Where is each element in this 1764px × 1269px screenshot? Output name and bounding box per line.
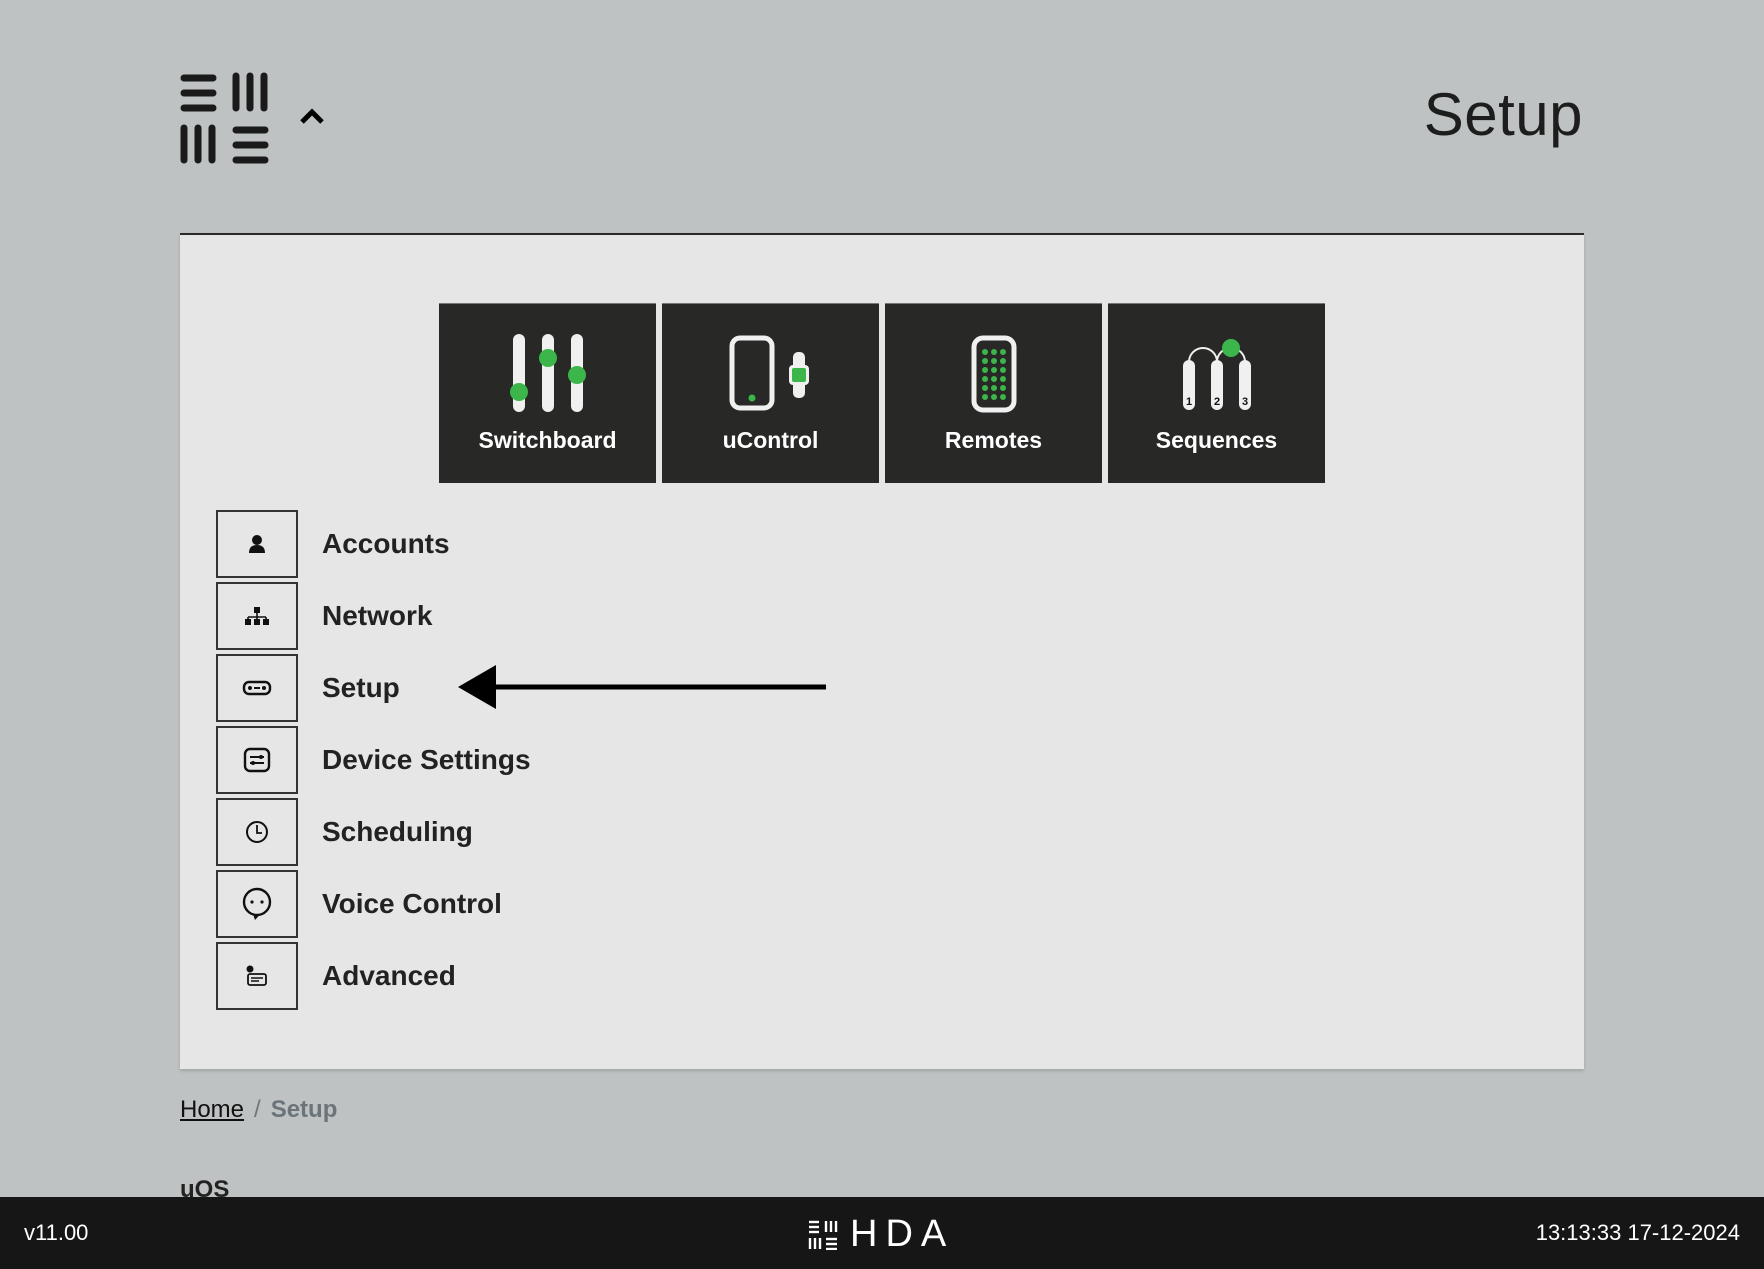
menu-label: Scheduling	[322, 816, 473, 847]
tile-label: Sequences	[1155, 427, 1278, 453]
phone-watch-icon	[729, 335, 809, 411]
sequence-icon: 1 2 3	[1182, 339, 1251, 410]
svg-text:1: 1	[1185, 396, 1191, 408]
menu-label: Advanced	[322, 960, 456, 991]
hda-grid-logo-icon	[180, 72, 269, 164]
menu-icon-box	[216, 870, 298, 938]
hda-grid-logo-icon	[808, 1220, 838, 1250]
main-panel: Switchboard uControl Remotes 1 2 3 Seque…	[180, 233, 1584, 1069]
menu-item-accounts[interactable]: Accounts	[216, 510, 531, 578]
menu-icon-box	[216, 582, 298, 650]
page-title: Setup	[1423, 81, 1583, 148]
chevron-up-icon	[300, 108, 324, 124]
breadcrumb-current: Setup	[270, 1096, 338, 1123]
tile-sequences[interactable]: 1 2 3 Sequences	[1108, 303, 1325, 483]
menu-icon-box	[216, 726, 298, 794]
tile-remotes[interactable]: Remotes	[885, 303, 1102, 483]
svg-text:2: 2	[1213, 396, 1219, 408]
menu-item-voice-control[interactable]: Voice Control	[216, 870, 531, 938]
pointer-arrow-icon	[458, 665, 826, 709]
menu-label: Setup	[322, 672, 400, 703]
breadcrumb-home-link[interactable]: Home	[180, 1096, 244, 1123]
advanced-icon	[246, 965, 267, 986]
breadcrumb: Home / Setup	[180, 1096, 337, 1124]
menu-label: Voice Control	[322, 888, 502, 919]
breadcrumb-separator: /	[254, 1096, 261, 1123]
tile-label: uControl	[722, 427, 819, 453]
tile-ucontrol[interactable]: uControl	[662, 303, 879, 483]
network-icon	[245, 607, 269, 625]
setup-icon	[242, 680, 272, 696]
settings-menu: Accounts Network Setup Device Settings S…	[216, 510, 531, 1014]
menu-item-device-settings[interactable]: Device Settings	[216, 726, 531, 794]
footer-brand: HDA	[808, 1213, 954, 1256]
brand-name: HDA	[850, 1213, 955, 1255]
version-label: v11.00	[24, 1220, 89, 1245]
tile-switchboard[interactable]: Switchboard	[439, 303, 656, 483]
menu-icon-box	[216, 654, 298, 722]
clock-icon	[246, 821, 268, 843]
menu-icon-box	[216, 942, 298, 1010]
menu-label: Accounts	[322, 528, 450, 559]
menu-item-network[interactable]: Network	[216, 582, 531, 650]
remote-icon	[971, 335, 1016, 413]
menu-icon-box	[216, 798, 298, 866]
collapse-button[interactable]	[298, 106, 326, 126]
hda-logo[interactable]	[180, 72, 272, 164]
menu-label: Device Settings	[322, 744, 531, 775]
speech-bubble-icon	[242, 887, 272, 920]
tile-label: Switchboard	[478, 427, 617, 453]
user-icon	[249, 535, 265, 553]
sliders-icon	[509, 334, 586, 412]
svg-text:3: 3	[1241, 396, 1247, 408]
tile-row: Switchboard uControl Remotes 1 2 3 Seque…	[439, 303, 1325, 483]
footer-bar: v11.00 HDA 13:13:33 17-12-2024	[0, 1197, 1764, 1269]
datetime-label: 13:13:33 17-12-2024	[1535, 1220, 1740, 1245]
menu-icon-box	[216, 510, 298, 578]
menu-item-advanced[interactable]: Advanced	[216, 942, 531, 1010]
menu-item-scheduling[interactable]: Scheduling	[216, 798, 531, 866]
menu-label: Network	[322, 600, 433, 631]
device-settings-icon	[243, 747, 271, 773]
tile-label: Remotes	[944, 427, 1043, 453]
